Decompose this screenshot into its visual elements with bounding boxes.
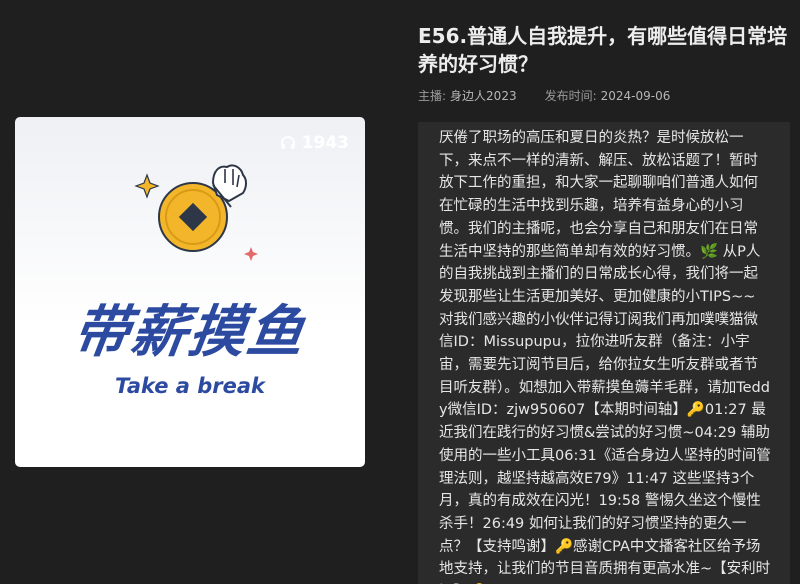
sparkle-icon xyxy=(244,247,258,261)
play-count: 1943 xyxy=(280,133,349,153)
cover-tagline: Take a break xyxy=(114,374,266,398)
episode-title: E56.普通人自我提升，有哪些值得日常培养的好习惯？ xyxy=(418,24,788,76)
coin-illustration xyxy=(134,164,258,261)
host-label: 主播: xyxy=(418,89,447,103)
headphones-icon xyxy=(280,136,295,149)
publish-date: 2024-09-06 xyxy=(600,89,671,103)
host-name[interactable]: 身边人2023 xyxy=(450,89,517,103)
episode-meta: 主播: 身边人2023 发布时间: 2024-09-06 xyxy=(418,87,670,104)
sparkle-icon xyxy=(134,173,160,199)
publish-info: 发布时间: 2024-09-06 xyxy=(545,87,671,104)
play-count-value: 1943 xyxy=(301,133,349,153)
episode-description-panel[interactable]: 厌倦了职场的高压和夏日的炎热？是时候放松一下，来点不一样的清新、解压、放松话题了… xyxy=(418,122,790,584)
publish-date-label: 发布时间: xyxy=(544,89,597,103)
podcast-cover: 1943 带薪摸鱼 Take a break xyxy=(15,117,365,467)
host-info: 主播: 身边人2023 xyxy=(418,87,517,104)
cover-logo-text: 带薪摸鱼 xyxy=(68,300,310,365)
episode-description: 厌倦了职场的高压和夏日的炎热？是时候放松一下，来点不一样的清新、解压、放松话题了… xyxy=(439,130,771,578)
